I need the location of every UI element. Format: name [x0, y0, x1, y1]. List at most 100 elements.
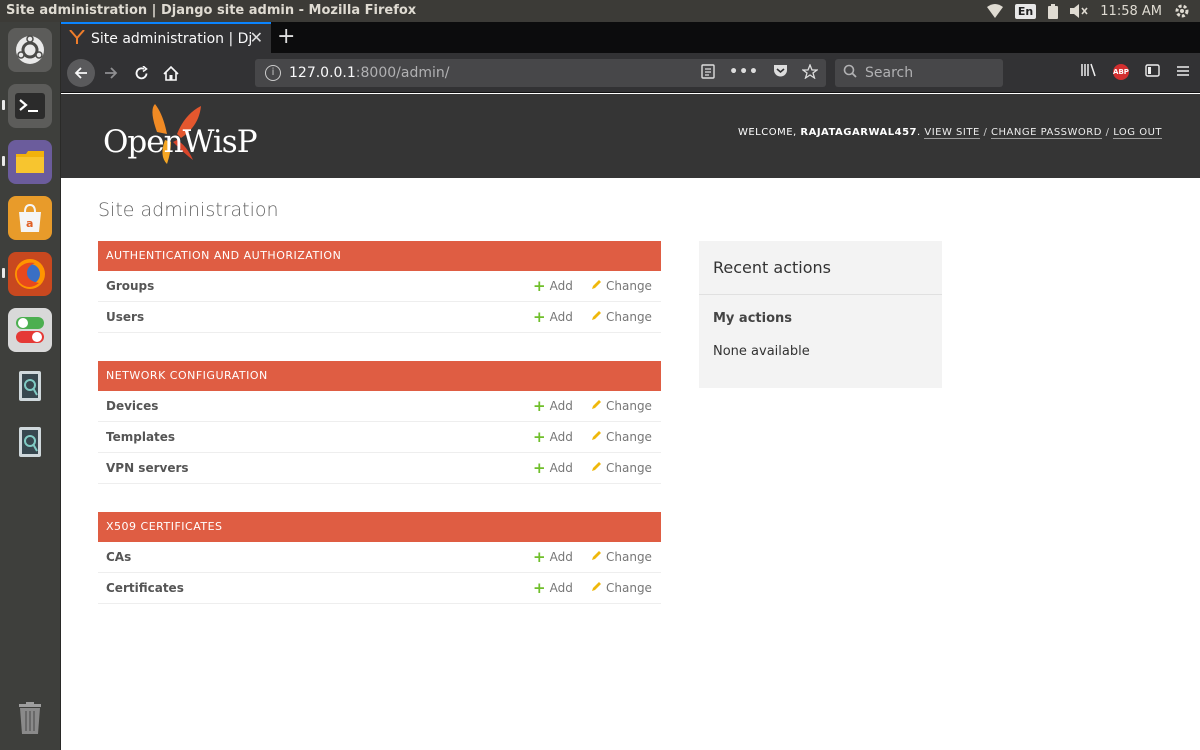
power-gear-icon[interactable] — [1174, 3, 1190, 19]
add-button[interactable]: + Add — [533, 428, 573, 446]
window-title: Site administration | Django site admin … — [6, 3, 417, 18]
model-link-devices[interactable]: Devices — [106, 399, 158, 413]
hamburger-menu-icon[interactable] — [1176, 63, 1190, 81]
bookmark-star-icon[interactable] — [801, 63, 819, 83]
back-button[interactable] — [67, 59, 95, 87]
module-caption[interactable]: Authentication and Authorization — [98, 241, 661, 271]
add-button[interactable]: + Add — [533, 397, 573, 415]
keyboard-layout-indicator[interactable]: En — [1014, 3, 1037, 19]
openwisp-logo[interactable]: OpenWisP — [101, 104, 258, 168]
add-button[interactable]: + Add — [533, 548, 573, 566]
tab-site-administration[interactable]: Site administration | Dja ✕ — [61, 22, 271, 53]
add-button[interactable]: + Add — [533, 279, 573, 294]
plus-icon: + — [533, 548, 546, 566]
view-site-link[interactable]: View site — [924, 127, 980, 139]
module-network-configuration: Network Configuration Devices + Add Chang… — [98, 361, 661, 484]
software-center-icon[interactable]: a — [8, 196, 52, 240]
pencil-icon — [591, 430, 602, 444]
info-icon[interactable]: i — [265, 65, 281, 81]
add-button[interactable]: + Add — [533, 308, 573, 326]
table-row: Templates + Add Change — [98, 422, 661, 453]
pencil-icon — [591, 550, 602, 564]
my-actions-heading: My actions — [713, 311, 793, 326]
change-button[interactable]: Change — [591, 461, 652, 475]
home-button[interactable] — [157, 59, 185, 87]
recent-actions-title: Recent actions — [713, 258, 831, 277]
model-link-users[interactable]: Users — [106, 310, 144, 324]
pencil-icon — [591, 581, 602, 595]
change-button[interactable]: Change — [591, 550, 652, 564]
search-icon — [843, 64, 857, 82]
log-out-link[interactable]: Log out — [1113, 127, 1162, 139]
no-actions-text: None available — [713, 344, 810, 359]
model-link-vpn-servers[interactable]: VPN servers — [106, 461, 189, 475]
table-row: VPN servers + Add Change — [98, 453, 661, 484]
user-tools: Welcome, rajatagarwal457. View site / Ch… — [737, 127, 1162, 139]
change-button[interactable]: Change — [591, 279, 652, 293]
trash-icon[interactable] — [8, 696, 52, 740]
model-link-templates[interactable]: Templates — [106, 430, 175, 444]
table-row: Groups + Add Change — [98, 271, 661, 302]
recent-actions-panel: Recent actions My actions None available — [699, 241, 942, 388]
url-bar-actions: ••• — [701, 63, 819, 83]
close-tab-icon[interactable]: ✕ — [250, 28, 263, 47]
system-top-bar: Site administration | Django site admin … — [0, 0, 1200, 22]
terminal-icon[interactable] — [8, 84, 52, 128]
reload-button[interactable] — [127, 59, 155, 87]
app-icon[interactable] — [8, 364, 52, 408]
firefox-icon[interactable] — [8, 252, 52, 296]
sidebar-toggle-icon[interactable] — [1145, 63, 1160, 81]
running-indicator — [2, 268, 5, 278]
url-text[interactable]: 127.0.0.1:8000/admin/ — [289, 65, 449, 81]
plus-icon: + — [533, 428, 546, 446]
admin-header: OpenWisP Welcome, rajatagarwal457. View … — [61, 94, 1200, 178]
browser-nav-bar: i 127.0.0.1:8000/admin/ ••• Search ABP — [61, 53, 1200, 93]
page-actions-icon[interactable]: ••• — [729, 64, 759, 83]
model-link-certificates[interactable]: Certificates — [106, 581, 184, 595]
pencil-icon — [591, 310, 602, 324]
change-button[interactable]: Change — [591, 310, 652, 324]
model-link-groups[interactable]: Groups — [106, 279, 154, 293]
settings-toggle-icon[interactable] — [8, 308, 52, 352]
plus-icon: + — [533, 579, 546, 597]
tab-label: Site administration | Dja — [91, 30, 251, 47]
search-placeholder: Search — [865, 65, 914, 81]
plus-icon: + — [533, 308, 546, 326]
browser-toolbar-right: ABP — [1081, 63, 1190, 81]
ubuntu-logo-icon[interactable] — [8, 28, 52, 72]
pocket-icon[interactable] — [773, 64, 788, 83]
module-caption[interactable]: Network Configuration — [98, 361, 661, 391]
welcome-text: Welcome, — [737, 127, 797, 138]
new-tab-button[interactable]: + — [277, 24, 295, 50]
table-row: Users + Add Change — [98, 302, 661, 333]
app-icon[interactable] — [8, 420, 52, 464]
table-row: CAs + Add Change — [98, 542, 661, 573]
browser-tab-bar: Site administration | Dja ✕ + — [61, 22, 1200, 53]
plus-icon: + — [533, 397, 546, 415]
wifi-icon[interactable] — [986, 4, 1003, 18]
add-button[interactable]: + Add — [533, 461, 573, 476]
change-button[interactable]: Change — [591, 581, 652, 595]
table-row: Devices + Add Change — [98, 391, 661, 422]
forward-button[interactable] — [97, 59, 125, 87]
change-password-link[interactable]: Change password — [991, 127, 1102, 139]
volume-muted-icon[interactable] — [1070, 4, 1088, 18]
add-button[interactable]: + Add — [533, 579, 573, 597]
change-button[interactable]: Change — [591, 430, 652, 444]
battery-icon[interactable] — [1048, 3, 1059, 19]
reader-view-icon[interactable] — [701, 64, 715, 83]
clock[interactable]: 11:58 AM — [1100, 4, 1162, 19]
adblock-plus-icon[interactable]: ABP — [1113, 64, 1129, 80]
module-x509-certificates: X509 Certificates CAs + Add Change Certif… — [98, 512, 661, 604]
pencil-icon — [591, 279, 602, 293]
library-icon[interactable] — [1081, 63, 1097, 81]
change-button[interactable]: Change — [591, 399, 652, 413]
openwisp-favicon-icon — [69, 28, 85, 48]
url-bar[interactable]: i 127.0.0.1:8000/admin/ ••• — [255, 59, 826, 87]
module-auth: Authentication and Authorization Groups … — [98, 241, 661, 333]
search-bar[interactable]: Search — [835, 59, 1003, 87]
pencil-icon — [591, 399, 602, 413]
files-icon[interactable] — [8, 140, 52, 184]
module-caption[interactable]: X509 Certificates — [98, 512, 661, 542]
model-link-cas[interactable]: CAs — [106, 550, 131, 564]
